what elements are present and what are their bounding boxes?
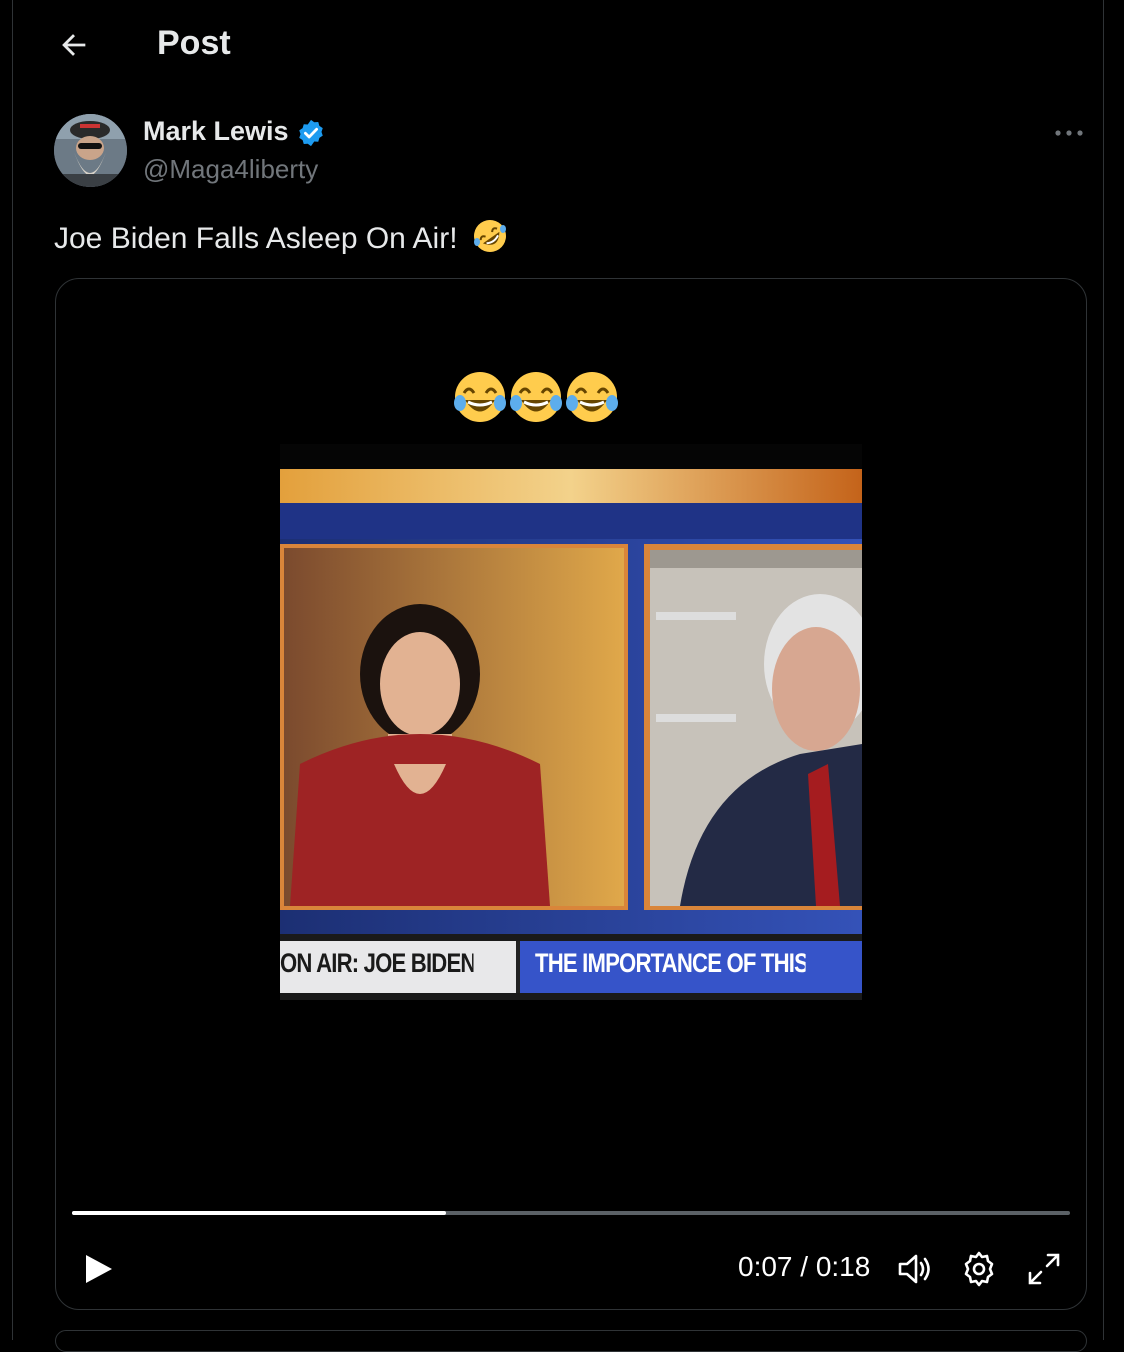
video-player[interactable]: ON AIR: JOE BIDEN THE IMPORTANCE OF THIS… bbox=[55, 278, 1087, 1310]
top-bar: Post bbox=[13, 0, 1103, 90]
tears-of-joy-emoji-row-icon bbox=[454, 370, 620, 424]
page-title: Post bbox=[157, 24, 231, 62]
post-text-content: Joe Biden Falls Asleep On Air! bbox=[54, 222, 458, 255]
video-frame[interactable]: ON AIR: JOE BIDEN THE IMPORTANCE OF THIS… bbox=[280, 444, 862, 1000]
verified-badge-icon bbox=[299, 119, 323, 147]
play-icon[interactable] bbox=[78, 1249, 118, 1289]
settings-gear-icon[interactable] bbox=[959, 1249, 999, 1289]
volume-icon[interactable] bbox=[894, 1249, 934, 1289]
author-name[interactable]: Mark Lewis bbox=[143, 116, 289, 147]
author-handle[interactable]: @Maga4liberty bbox=[143, 154, 318, 185]
post-column: Post Mark Lewis @Maga4liberty Joe Biden … bbox=[12, 0, 1104, 1352]
video-time: 0:07 / 0:18 bbox=[738, 1251, 871, 1282]
rolling-on-floor-laughing-emoji-icon bbox=[473, 220, 506, 252]
more-horizontal-icon[interactable] bbox=[1053, 118, 1085, 148]
ticker-left-text: ON AIR: JOE BIDEN bbox=[280, 948, 474, 978]
next-card-edge bbox=[55, 1330, 1087, 1352]
arrow-left-icon[interactable] bbox=[57, 28, 91, 62]
post-text: Joe Biden Falls Asleep On Air! bbox=[54, 218, 508, 256]
progress-bar[interactable] bbox=[72, 1211, 1070, 1215]
fullscreen-icon[interactable] bbox=[1024, 1249, 1064, 1289]
news-broadcast-image bbox=[280, 444, 862, 1000]
progress-bar-fill bbox=[72, 1211, 447, 1215]
ticker-right-text: THE IMPORTANCE OF THIS I bbox=[535, 948, 806, 978]
avatar[interactable] bbox=[54, 114, 127, 187]
